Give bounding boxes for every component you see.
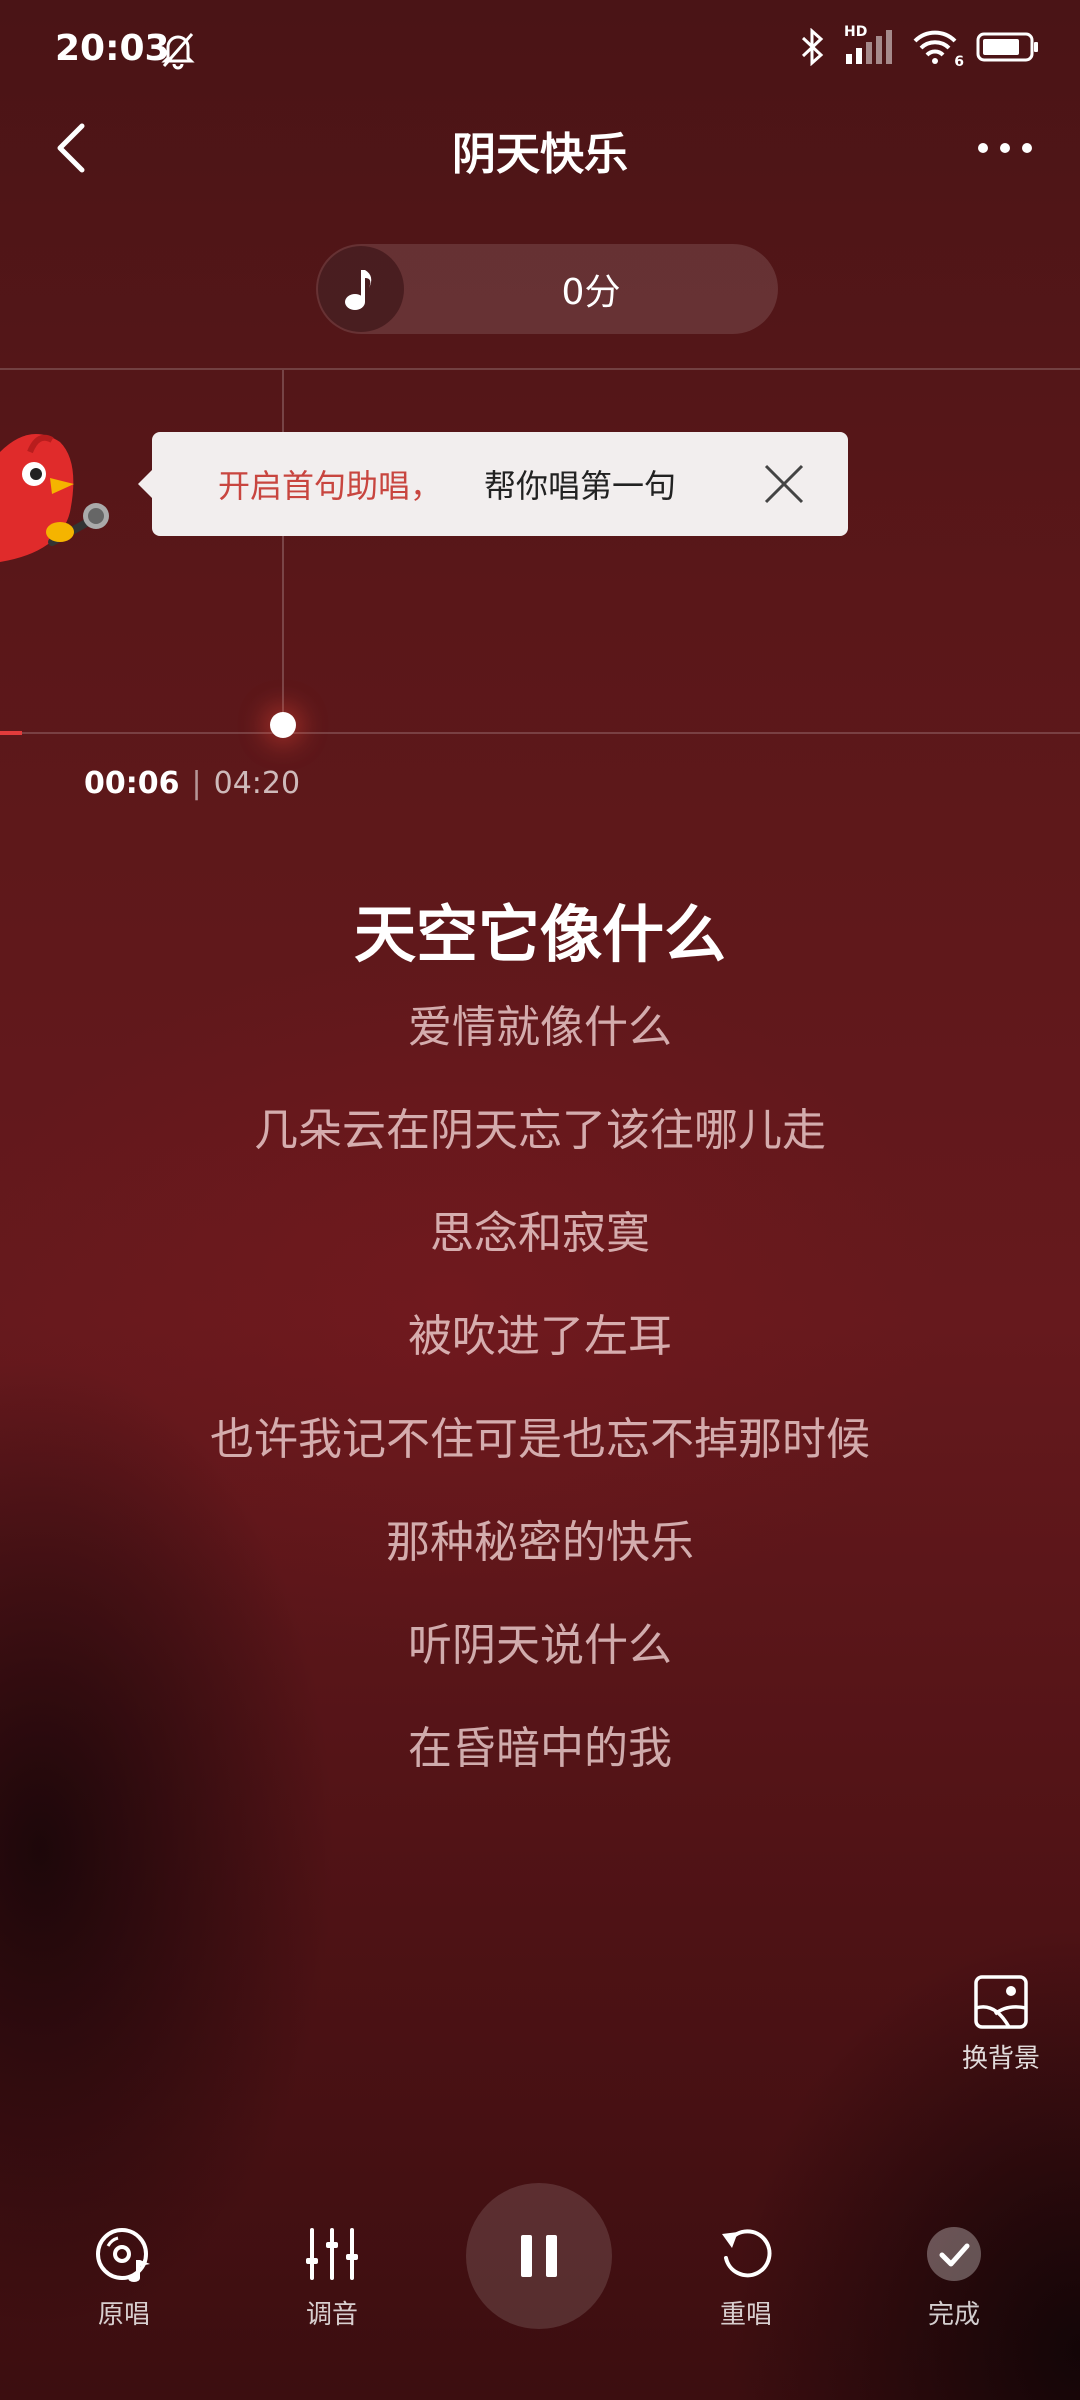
status-icons: HD 6: [800, 24, 1040, 70]
wifi-label: 6: [954, 54, 964, 70]
progress-played: [0, 731, 22, 735]
current-time: 00:06: [84, 766, 180, 801]
change-background-label: 换背景: [961, 2044, 1040, 2074]
bluetooth-icon: [801, 28, 824, 66]
more-dot-icon: [1022, 143, 1032, 153]
lyric-line: 几朵云在阴天忘了该往哪儿走: [254, 1105, 826, 1156]
current-lyric-line: 天空它像什么: [353, 898, 726, 971]
original-vocal-icon: [94, 2224, 154, 2284]
original-vocal-button[interactable]: 原唱: [64, 2224, 184, 2331]
time-separator: |: [191, 766, 202, 801]
check-icon: [924, 2224, 984, 2284]
playback-time: 00:06 | 04:20: [84, 766, 300, 801]
change-background-icon: [973, 1974, 1029, 2030]
pause-icon: [521, 2235, 557, 2277]
change-background-button[interactable]: 换背景: [955, 1974, 1047, 2075]
close-icon: [764, 464, 804, 504]
restart-label: 重唱: [719, 2300, 772, 2330]
more-dot-icon: [1000, 143, 1010, 153]
done-label: 完成: [927, 2300, 980, 2330]
more-options-button[interactable]: [970, 128, 1040, 168]
lyric-line: 被吹进了左耳: [408, 1311, 672, 1362]
restart-button[interactable]: 重唱: [686, 2224, 806, 2331]
progress-handle[interactable]: [270, 712, 296, 738]
close-tooltip-button[interactable]: [762, 462, 806, 506]
lyric-line: 那种秘密的快乐: [386, 1517, 694, 1568]
mascot-bird-icon[interactable]: [0, 412, 120, 572]
more-dot-icon: [978, 143, 988, 153]
score-value: 0分: [561, 272, 621, 313]
pause-button[interactable]: [466, 2183, 612, 2329]
lyric-line: 在昏暗中的我: [408, 1723, 672, 1774]
original-vocal-label: 原唱: [97, 2300, 150, 2330]
tune-label: 调音: [305, 2300, 358, 2330]
lyric-line: 听阴天说什么: [408, 1620, 672, 1671]
tune-button[interactable]: 调音: [272, 2224, 392, 2331]
lyric-line: 也许我记不住可是也忘不掉那时候: [210, 1414, 870, 1465]
progress-track[interactable]: [0, 732, 1080, 734]
total-time: 04:20: [213, 766, 301, 801]
music-note-icon: [318, 246, 404, 332]
restart-icon: [716, 2224, 776, 2284]
wifi-icon: 6: [912, 28, 964, 70]
lyric-line: 爱情就像什么: [408, 1002, 672, 1053]
song-title: 阴天快乐: [452, 129, 628, 180]
done-button[interactable]: 完成: [894, 2224, 1014, 2331]
pitch-top-divider: [0, 368, 1080, 370]
lyric-line: 思念和寂寞: [430, 1208, 650, 1259]
equalizer-icon: [302, 2224, 362, 2284]
battery-icon: [976, 32, 1038, 62]
assist-tooltip[interactable]: 开启首句助唱， 帮你唱第一句: [138, 432, 848, 536]
signal-icon: HD: [844, 24, 894, 66]
pitch-cursor-line: [282, 370, 284, 720]
assist-tooltip-text[interactable]: 帮你唱第一句: [484, 461, 676, 507]
lyrics-panel: 天空它像什么 爱情就像什么 几朵云在阴天忘了该往哪儿走 思念和寂寞 被吹进了左耳…: [0, 895, 1080, 1817]
assist-tooltip-highlight[interactable]: 开启首句助唱，: [218, 461, 442, 507]
mute-bell-icon: [160, 30, 196, 70]
status-time: 20:03: [55, 28, 170, 69]
